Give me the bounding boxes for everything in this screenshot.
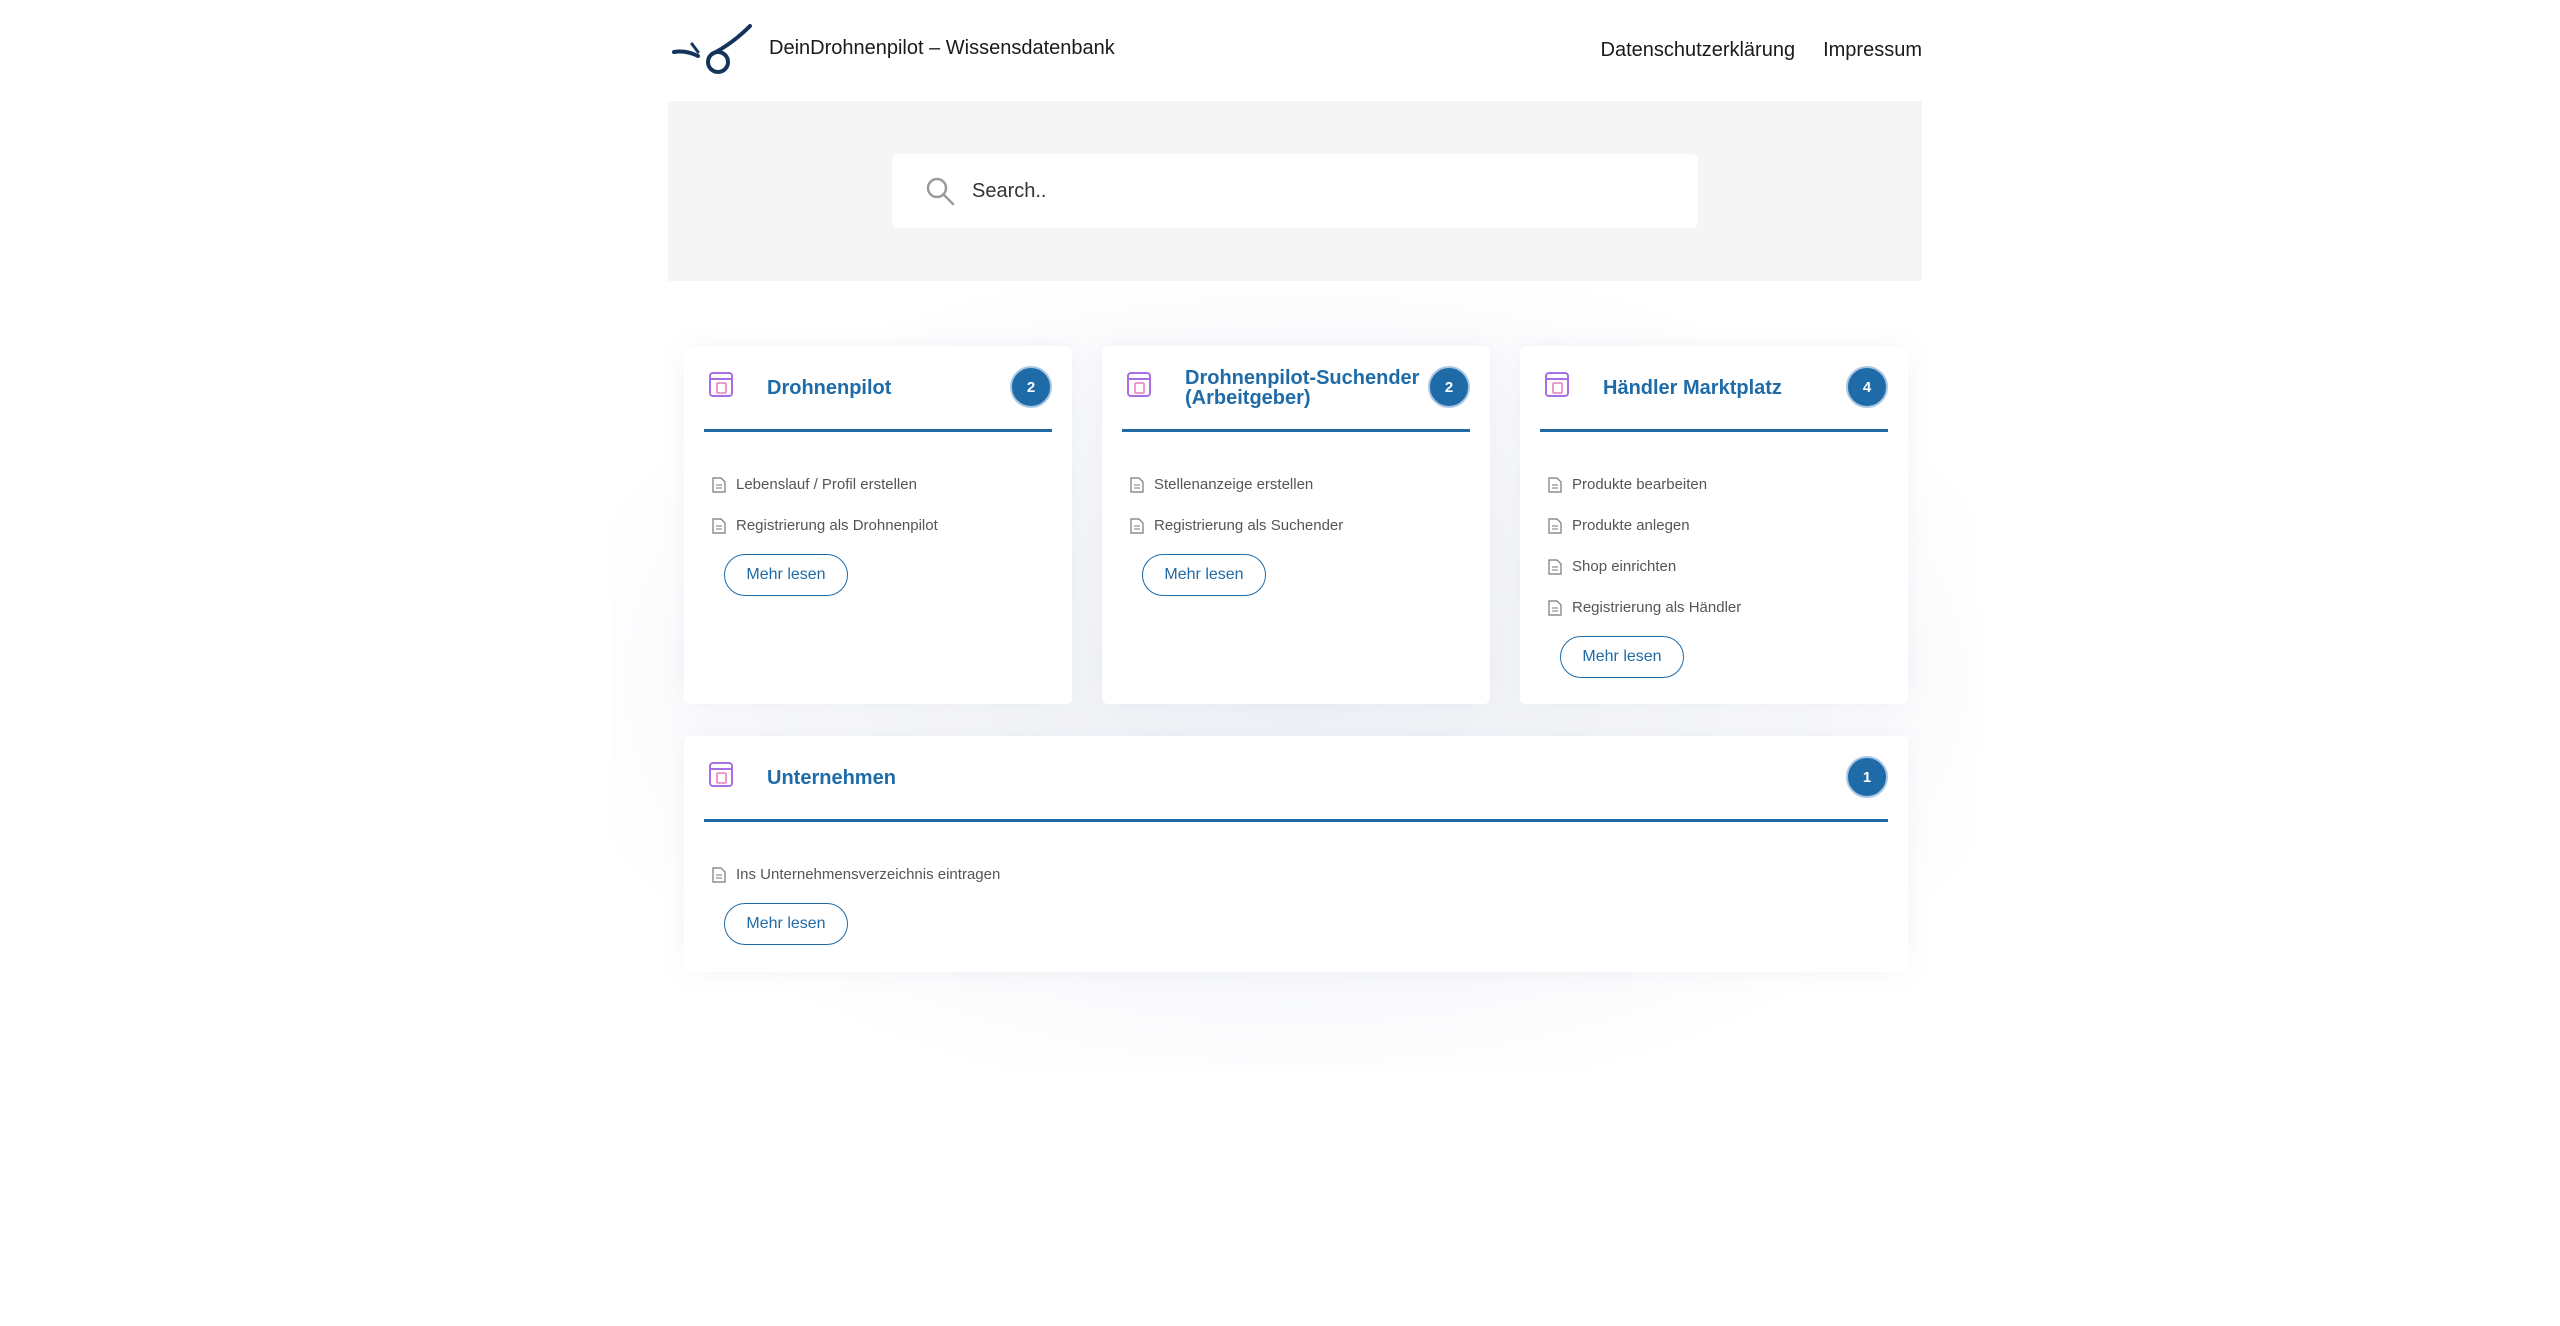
document-icon [1130,517,1144,534]
category-card-header: Händler Marktplatz 4 [1540,346,1888,432]
article-title: Produkte anlegen [1572,517,1690,534]
category-card-haendler-marktplatz: Händler Marktplatz 4 Produkte bearbeiten… [1520,346,1908,704]
category-title[interactable]: Händler Marktplatz [1603,378,1782,398]
category-card-unternehmen: Unternehmen 1 Ins Unternehmensverzeichni… [684,736,1908,972]
search-band [668,101,1922,281]
document-icon [712,476,726,493]
article-title: Ins Unternehmensverzeichnis eintragen [736,866,1001,883]
document-icon [1548,476,1562,493]
article-link[interactable]: Shop einrichten [1548,546,1741,587]
category-title[interactable]: Unternehmen [767,768,896,788]
category-card-header: Unternehmen 1 [704,736,1888,822]
article-link[interactable]: Produkte bearbeiten [1548,464,1741,505]
article-count-badge: 2 [1428,366,1470,408]
article-title: Shop einrichten [1572,558,1677,575]
article-link[interactable]: Ins Unternehmensverzeichnis eintragen [712,854,1000,895]
search-icon [926,177,955,206]
read-more-button[interactable]: Mehr lesen [1142,554,1266,596]
category-title[interactable]: Drohnenpilot [767,378,891,398]
category-card-header: Drohnenpilot-Suchender (Arbeitgeber) 2 [1122,346,1470,432]
article-title: Produkte bearbeiten [1572,476,1708,493]
document-icon [1548,558,1562,575]
document-icon [1548,517,1562,534]
article-count-badge: 2 [1010,366,1052,408]
read-more-button[interactable]: Mehr lesen [724,903,848,945]
article-list: Produkte bearbeiten Produkte anlegen Sho… [1548,464,1741,678]
nav-link-datenschutz[interactable]: Datenschutzerklärung [1601,39,1796,62]
site-header: DeinDrohnenpilot – Wissensdatenbank Date… [668,18,1922,82]
category-card-drohnenpilot: Drohnenpilot 2 Lebenslauf / Profil erste… [684,346,1072,704]
article-title: Registrierung als Händler [1572,599,1742,616]
read-more-button[interactable]: Mehr lesen [1560,636,1684,678]
article-count-badge: 4 [1846,366,1888,408]
nav-link-impressum[interactable]: Impressum [1823,39,1922,62]
article-title: Stellenanzeige erstellen [1154,476,1314,493]
category-folder-icon [709,762,733,787]
category-folder-icon [1127,372,1151,397]
category-title[interactable]: Drohnenpilot-Suchender (Arbeitgeber) [1185,368,1419,408]
category-title-line: Drohnenpilot-Suchender [1185,367,1420,389]
article-link[interactable]: Lebenslauf / Profil erstellen [712,464,938,505]
category-title-line: (Arbeitgeber) [1185,387,1311,409]
article-title: Registrierung als Drohnenpilot [736,517,938,534]
search-box[interactable] [892,154,1698,228]
category-folder-icon [709,372,733,397]
article-link[interactable]: Registrierung als Drohnenpilot [712,505,938,546]
article-title: Registrierung als Suchender [1154,517,1344,534]
document-icon [712,866,726,883]
site-title[interactable]: DeinDrohnenpilot – Wissensdatenbank [769,37,1115,60]
document-icon [712,517,726,534]
article-link[interactable]: Stellenanzeige erstellen [1130,464,1343,505]
category-grid: Drohnenpilot 2 Lebenslauf / Profil erste… [612,290,1978,1070]
article-link[interactable]: Registrierung als Suchender [1130,505,1343,546]
read-more-button[interactable]: Mehr lesen [724,554,848,596]
article-link[interactable]: Registrierung als Händler [1548,587,1741,628]
category-folder-icon [1545,372,1569,397]
article-link[interactable]: Produkte anlegen [1548,505,1741,546]
category-card-header: Drohnenpilot 2 [704,346,1052,432]
category-card-drohnenpilot-suchender: Drohnenpilot-Suchender (Arbeitgeber) 2 S… [1102,346,1490,704]
search-input[interactable] [972,179,1672,203]
header-nav: Datenschutzerklärung Impressum [1601,39,1922,62]
drone-logo-icon[interactable] [672,22,754,76]
article-count-badge: 1 [1846,756,1888,798]
document-icon [1548,599,1562,616]
document-icon [1130,476,1144,493]
article-title: Lebenslauf / Profil erstellen [736,476,917,493]
article-list: Lebenslauf / Profil erstellen Registrier… [712,464,938,596]
article-list: Stellenanzeige erstellen Registrierung a… [1130,464,1343,596]
article-list: Ins Unternehmensverzeichnis eintragen Me… [712,854,1000,945]
